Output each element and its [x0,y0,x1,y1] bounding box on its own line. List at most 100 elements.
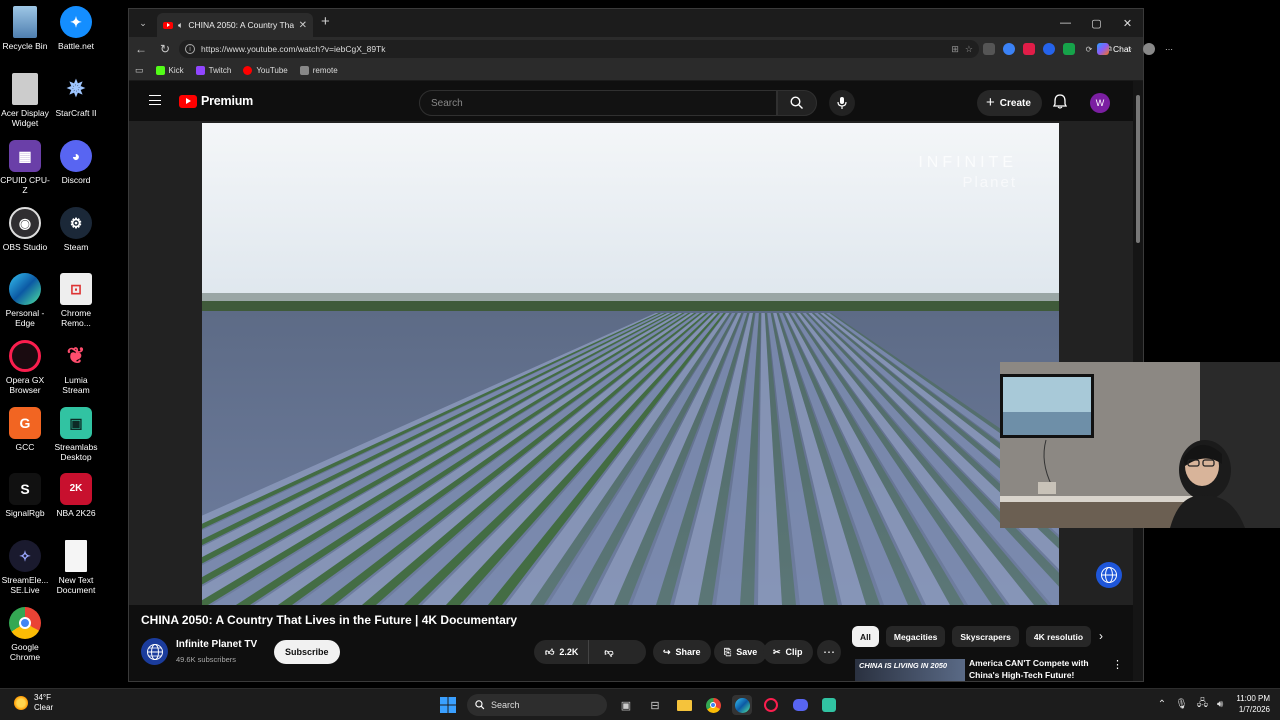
extension-icon[interactable] [1003,43,1015,55]
window-controls: — ▢ ✕ [1050,9,1143,37]
chip-megacities[interactable]: Megacities [885,626,946,647]
clock[interactable]: 11:00 PM 1/7/2026 [1236,693,1270,715]
desktop-icon-cpuz[interactable]: ▦ CPUID CPU-Z [0,140,50,195]
site-info-icon[interactable]: i [185,44,195,54]
favorite-star-icon[interactable]: ☆ [965,44,973,55]
hamburger-menu-icon[interactable] [149,95,161,105]
browser-toolbar: ← ↻ i https://www.youtube.com/watch?v=ie… [129,37,1173,61]
desktop-icon-obs-studio[interactable]: ◉ OBS Studio [0,207,50,252]
more-menu-icon[interactable]: ⋯ [1163,43,1175,55]
weather-widget[interactable]: 34°F Clear [14,693,53,713]
opera-gx-taskbar-icon[interactable] [761,695,781,715]
dislike-button[interactable]: 👎︎ [594,640,623,664]
scrollbar-thumb[interactable] [1136,95,1140,243]
address-bar[interactable]: i https://www.youtube.com/watch?v=iebCgX… [179,40,979,58]
app-available-icon[interactable]: ⊞ [951,44,959,55]
chevron-right-icon[interactable]: › [1099,629,1103,643]
account-avatar[interactable]: W [1090,93,1110,113]
new-tab-button[interactable]: + [321,14,330,30]
chrome-taskbar-icon[interactable] [703,695,723,715]
desktop-icon-chrome-remote[interactable]: ⊡ Chrome Remo... [51,273,101,328]
bookmark-remote[interactable]: remote [299,66,338,75]
desktop-icon-edge[interactable]: Personal - Edge [0,273,50,328]
network-icon[interactable]: 🖧︎ [1197,696,1208,713]
chip-all[interactable]: All [852,626,879,647]
video-player[interactable]: INFINITE Planet [202,123,1059,605]
desktop-icon-streamlabs[interactable]: ▣ Streamlabs Desktop [51,407,101,462]
chip-skyscrapers[interactable]: Skyscrapers [952,626,1019,647]
minimize-button[interactable]: — [1050,9,1081,37]
extension-icon[interactable] [1063,43,1075,55]
extension-icon[interactable] [1023,43,1035,55]
battle-net-icon: ✦ [60,6,92,38]
subscribe-button[interactable]: Subscribe [274,640,340,664]
desktop-icon-lumia-stream[interactable]: ❦ Lumia Stream [51,340,101,396]
more-actions-button[interactable]: ⋯ [817,640,841,664]
channel-name[interactable]: Infinite Planet TV [176,639,257,650]
tab-actions-menu-button[interactable]: ⌄ [133,14,153,32]
start-button[interactable] [438,695,458,715]
desktop-icon-streamelements[interactable]: ✧ StreamEle... SE.Live [0,540,50,595]
save-button[interactable]: ⎘ Save [714,640,768,664]
url-text[interactable]: https://www.youtube.com/watch?v=iebCgX_8… [201,44,945,54]
voice-search-button[interactable] [829,90,855,116]
widgets-icon[interactable]: ⊟ [645,695,665,715]
create-button[interactable]: + Create [977,90,1042,116]
microphone-tray-icon[interactable]: 🎙︎ [1175,699,1188,710]
twitch-icon [195,66,205,75]
youtube-page: Premium Search + Create W INFINITE Plane… [129,81,1143,681]
chip-4k-resolution[interactable]: 4K resolutio [1025,626,1092,647]
back-button[interactable]: ← [129,37,153,61]
desktop-icon-signalrgb[interactable]: S SignalRgb [0,473,50,518]
close-window-button[interactable]: ✕ [1112,9,1143,37]
share-button[interactable]: ↪ Share [653,640,711,664]
tab-youtube-video[interactable]: 🔈︎ CHINA 2050: A Country That Lives in t… [157,13,313,37]
close-tab-icon[interactable]: ✕ [299,20,307,31]
channel-watermark: INFINITE Planet [918,153,1017,193]
file-explorer-icon[interactable] [674,695,694,715]
bookmark-label: YouTube [256,66,288,75]
edge-taskbar-icon[interactable] [732,695,752,715]
desktop-icon-nba2k26[interactable]: 2K NBA 2K26 [51,473,101,518]
discord-taskbar-icon[interactable] [790,695,810,715]
desktop-icon-discord[interactable]: ◕ Discord [51,140,101,185]
profile-icon[interactable] [1143,43,1155,55]
bookmark-twitch[interactable]: Twitch [195,66,231,75]
recommended-video-menu-icon[interactable]: ⋮ [1112,658,1123,671]
speaker-icon[interactable]: 🔈︎ [178,20,183,31]
notifications-bell-icon[interactable] [1052,94,1068,114]
extension-icon[interactable] [1043,43,1055,55]
extension-icon[interactable] [983,43,995,55]
desktop-icon-steam[interactable]: ⚙ Steam [51,207,101,252]
desktop-icon-acer-display-widget[interactable]: Acer Display Widget [0,73,50,128]
volume-icon[interactable]: 🔊︎ [1217,699,1223,710]
copilot-chat-button[interactable]: Chat [1091,40,1137,58]
recommended-video-title[interactable]: America CAN'T Compete with China's High-… [969,657,1109,681]
bookmarks-toggle-icon[interactable]: ▭ [135,65,144,76]
desktop-icon-new-text-document[interactable]: New Text Document [51,540,101,595]
desktop-icon-opera-gx[interactable]: Opera GX Browser [0,340,50,395]
desktop-icon-recycle-bin[interactable]: Recycle Bin [0,6,50,51]
refresh-button[interactable]: ↻ [153,37,177,61]
desktop-icon-google-chrome[interactable]: Google Chrome [0,607,50,662]
steam-icon: ⚙ [60,207,92,239]
channel-avatar[interactable] [141,638,168,665]
task-view-icon[interactable]: ▣ [616,695,636,715]
clip-button[interactable]: ✂ Clip [763,640,813,664]
desktop-icon-label: SignalRgb [5,508,45,518]
taskbar-search[interactable]: Search [467,694,607,716]
recommended-video-thumbnail[interactable]: CHINA IS LIVING IN 2050 [855,659,965,681]
desktop-icon-gcc[interactable]: G GCC [0,407,50,452]
bookmark-youtube[interactable]: YouTube [243,66,288,75]
like-button[interactable]: 👍︎ 2.2K [534,640,590,664]
streamlabs-taskbar-icon[interactable] [819,695,839,715]
search-button[interactable] [777,90,817,116]
show-hidden-icons-chevron-icon[interactable]: ⌃ [1158,699,1166,710]
desktop-icon-battle-net[interactable]: ✦ Battle.net [51,6,101,51]
search-input[interactable]: Search [419,90,777,116]
youtube-premium-logo[interactable]: Premium [179,94,253,108]
bookmark-kick[interactable]: Kick [155,66,184,75]
maximize-button[interactable]: ▢ [1081,9,1112,37]
desktop-icon-label: Battle.net [58,41,94,51]
desktop-icon-starcraft[interactable]: ✵ StarCraft II [51,73,101,119]
